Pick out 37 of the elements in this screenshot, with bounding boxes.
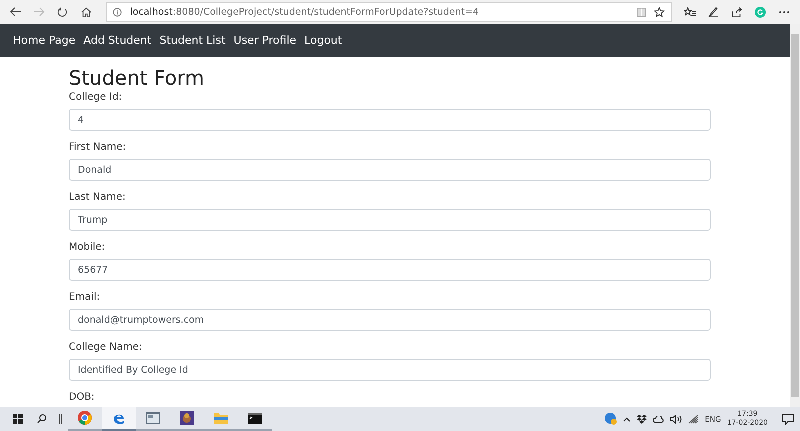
nav-link[interactable]: User Profile: [230, 34, 301, 47]
nav-link[interactable]: Student List: [156, 34, 230, 47]
notification-icon[interactable]: [782, 414, 794, 424]
input-field[interactable]: Trump: [69, 209, 711, 231]
nav-link[interactable]: Home Page: [9, 34, 80, 47]
input-field[interactable]: Donald: [69, 159, 711, 181]
folder-icon: [214, 412, 228, 424]
volume-icon[interactable]: [670, 414, 682, 424]
field-label: College Id:: [69, 92, 124, 104]
input-field[interactable]: Identified By College Id: [69, 359, 711, 381]
form-title: Student Form: [69, 66, 206, 90]
field-label: Email:: [69, 292, 102, 304]
refresh-icon[interactable]: [57, 6, 68, 18]
terminal-icon: [248, 412, 262, 424]
field-label: College Name:: [69, 342, 144, 354]
app-icon: [180, 411, 194, 425]
star-icon[interactable]: [654, 6, 666, 18]
window-icon: [146, 412, 160, 424]
caret-icon[interactable]: [623, 416, 632, 422]
home-icon[interactable]: [80, 6, 92, 18]
address-bar[interactable]: localhost:8080/CollegeProject/student/studentFormForUpdate?student=4: [106, 2, 672, 22]
input-field[interactable]: donald@trumptowers.com: [69, 309, 711, 331]
field-label: Mobile:: [69, 242, 106, 254]
input-field[interactable]: 65677: [69, 259, 711, 281]
field-label: DOB:: [69, 392, 96, 404]
dropbox-icon[interactable]: [637, 414, 648, 424]
info-icon: [113, 8, 122, 16]
cloud-icon[interactable]: [653, 416, 664, 422]
back-icon[interactable]: [10, 7, 22, 17]
input-field[interactable]: 4: [69, 109, 711, 131]
nav-link[interactable]: Add Student: [80, 34, 156, 47]
field-label: Last Name:: [69, 192, 127, 204]
url-text: localhost:8080/CollegeProject/student/studentFormForUpdate?student=4: [130, 6, 480, 18]
nav-link[interactable]: Logout: [300, 34, 346, 47]
chrome-icon: [78, 411, 92, 425]
field-label: First Name:: [69, 142, 128, 154]
scrollbar[interactable]: [790, 24, 800, 407]
